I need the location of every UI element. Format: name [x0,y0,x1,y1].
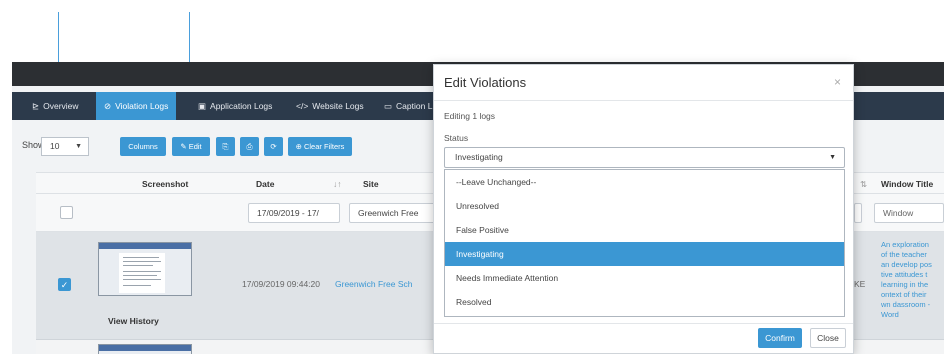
page-length-value: 10 [50,141,60,151]
print-icon: ⎙ [246,142,253,151]
status-label: Status [444,133,469,143]
code-icon: </> [296,101,309,111]
thumbnail-titlebar [99,243,191,249]
status-option[interactable]: Resolved [445,290,844,314]
edit-violations-modal: Edit Violations × Editing 1 logs Status … [433,64,854,354]
status-dropdown: --Leave Unchanged-- Unresolved False Pos… [444,169,845,317]
sort-icon[interactable]: ↓↑ [333,173,342,195]
close-icon[interactable]: × [834,75,841,89]
page-length-select[interactable]: 10 ▼ [41,137,89,156]
status-option[interactable]: False Positive [445,218,844,242]
screenshot-thumbnail[interactable] [98,344,192,354]
chart-icon: ⊵ [32,101,40,111]
tab-overview[interactable]: ⊵ Overview [24,92,87,120]
header-screenshot[interactable]: Screenshot [142,173,188,195]
columns-button-label: Columns [128,142,158,151]
edit-button-label: Edit [188,142,202,151]
view-history-link[interactable]: View History [108,316,159,326]
tab-label: Website Logs [312,101,364,111]
window-title-line: learning in the [881,280,929,289]
refresh-button[interactable]: ⟳ [264,137,283,156]
status-option[interactable]: Unresolved [445,194,844,218]
tab-caption-logs[interactable]: ▭ Caption L [376,92,440,120]
status-select[interactable]: Investigating ▼ [444,147,845,168]
row-checkbox[interactable]: ✓ [58,278,71,291]
thumbnail-document [119,253,165,293]
window-title-line: an develop pos [881,260,932,269]
tab-label: Overview [43,101,79,111]
column-filter-cut[interactable] [854,203,862,223]
status-select-value: Investigating [455,152,503,162]
window-title-line: wn dassroom - [881,300,931,309]
divider [434,323,853,324]
site-filter-value: Greenwich Free [358,208,419,218]
header-window-title[interactable]: Window Title [881,173,933,195]
status-option[interactable]: Needs Immediate Attention [445,266,844,290]
divider [434,100,853,101]
caption-icon: ▭ [384,101,393,111]
status-option[interactable]: --Leave Unchanged-- [445,170,844,194]
tab-label: Application Logs [210,101,273,111]
clear-filters-label: Clear Filters [303,142,345,151]
site-filter[interactable]: Greenwich Free [349,203,439,223]
row-window-title: An exploration of the teacher an develop… [881,240,944,320]
page: ⊵ Overview ⊘ Violation Logs ▣ Application L… [0,0,944,354]
filter-clear-icon: ⊕ [295,142,302,151]
file-icon: ⎘ [222,142,229,151]
window-title-line: ontext of their [881,290,927,299]
modal-title: Edit Violations [444,75,527,90]
csv-button[interactable]: ⎘ [216,137,235,156]
header-date[interactable]: Date [256,173,274,195]
window-title-line: Word [881,310,899,319]
close-button[interactable]: Close [810,328,846,348]
date-range-value: 17/09/2019 - 17/ [257,208,319,218]
tab-label: Caption L [396,101,433,111]
print-button[interactable]: ⎙ [240,137,259,156]
edit-button[interactable]: ✎ Edit [172,137,210,156]
caret-down-icon: ▼ [829,154,836,161]
tab-application-logs[interactable]: ▣ Application Logs [190,92,280,120]
tab-violation-logs[interactable]: ⊘ Violation Logs [96,92,177,120]
confirm-button[interactable]: Confirm [758,328,802,348]
row-date: 17/09/2019 09:44:20 [242,279,320,289]
table-toolbar: Show 10 ▼ Columns ✎ Edit ⎘ ⎙ ⟳ ⊕ Clear F… [12,132,432,162]
editing-count-text: Editing 1 logs [444,111,496,121]
thumbnail-titlebar [99,345,191,351]
pencil-icon: ✎ [180,142,187,151]
refresh-icon: ⟳ [270,142,277,151]
select-all-checkbox[interactable] [60,206,73,219]
tab-website-logs[interactable]: </> Website Logs [288,92,372,120]
window-title-line: of the teacher [881,250,927,259]
window-title-filter[interactable]: Window [874,203,944,223]
tab-label: Violation Logs [115,101,169,111]
screenshot-thumbnail[interactable] [98,242,192,296]
window-filter-value: Window [883,208,914,218]
status-option-selected[interactable]: Investigating [445,242,844,266]
clear-filters-button[interactable]: ⊕ Clear Filters [288,137,352,156]
sort-icon[interactable]: ⇅ [860,173,867,195]
ban-icon: ⊘ [104,101,112,111]
window-icon: ▣ [198,101,207,111]
caret-down-icon: ▼ [75,143,82,150]
row-site[interactable]: Greenwich Free Sch [335,279,412,289]
window-title-line: An exploration [881,240,929,249]
row-cut-cell: KE [854,279,866,289]
window-title-line: tive attitudes t [881,270,928,279]
columns-button[interactable]: Columns [120,137,166,156]
date-range-filter[interactable]: 17/09/2019 - 17/ [248,203,340,223]
header-site[interactable]: Site [363,173,379,195]
